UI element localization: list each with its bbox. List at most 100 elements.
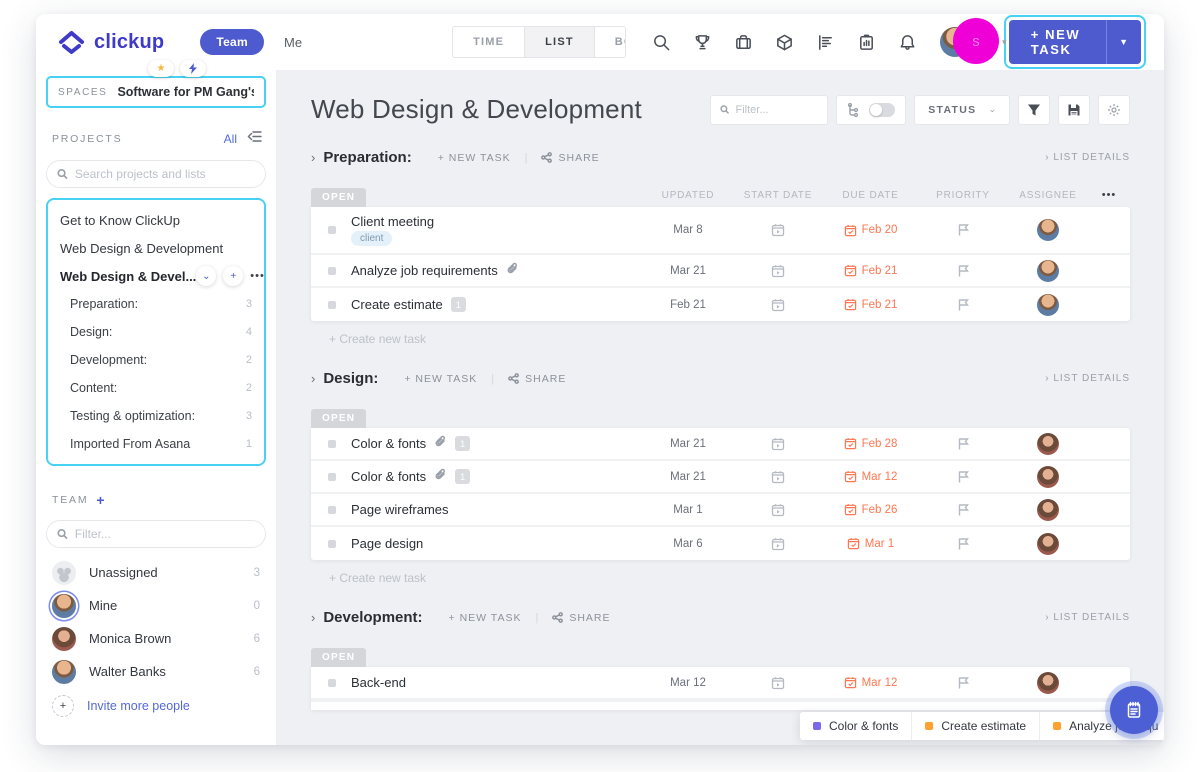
priority-cell[interactable]: [918, 676, 1008, 690]
clickup-logo[interactable]: clickup: [58, 30, 164, 54]
clipboard-icon[interactable]: [857, 32, 877, 52]
settings-button[interactable]: [1098, 95, 1130, 125]
me-toggle-button[interactable]: Me: [284, 35, 302, 50]
projects-search[interactable]: [46, 160, 266, 188]
subtask-toggle[interactable]: [836, 95, 906, 125]
view-tab-time[interactable]: TIME: [453, 27, 525, 57]
task-row[interactable]: Color & fonts 1 Mar 21 Mar 12: [311, 461, 1130, 494]
team-member-row[interactable]: Unassigned 3: [46, 556, 266, 589]
start-date-cell[interactable]: [733, 470, 823, 484]
list-details-link[interactable]: › LIST DETAILS: [1045, 152, 1130, 163]
team-member-row[interactable]: Monica Brown 6: [46, 622, 266, 655]
create-new-task[interactable]: + Create new task: [329, 332, 1130, 346]
project-item[interactable]: Imported From Asana 1: [56, 430, 256, 458]
project-item[interactable]: Testing & optimization: 3: [56, 402, 256, 430]
task-row[interactable]: Analyze job requirements Mar 21 Feb 21: [311, 255, 1130, 288]
chart-icon[interactable]: [816, 32, 836, 52]
add-list-button[interactable]: +: [223, 266, 243, 286]
priority-cell[interactable]: [918, 537, 1008, 551]
priority-cell[interactable]: [918, 223, 1008, 237]
project-item[interactable]: Preparation: 3: [56, 290, 256, 318]
assignee-avatar[interactable]: [1037, 466, 1059, 488]
briefcase-icon[interactable]: [734, 32, 754, 52]
legend-chip[interactable]: Color & fonts: [800, 712, 912, 740]
priority-cell[interactable]: [918, 503, 1008, 517]
section-share-button[interactable]: SHARE: [541, 152, 599, 164]
view-tab-board[interactable]: BOARD: [595, 27, 626, 57]
task-title[interactable]: Analyze job requirements: [351, 263, 498, 278]
task-title[interactable]: Color & fonts: [351, 436, 426, 451]
section-share-button[interactable]: SHARE: [508, 373, 566, 385]
cube-icon[interactable]: [775, 32, 795, 52]
toggle-switch[interactable]: [869, 103, 895, 117]
team-filter[interactable]: [46, 520, 266, 548]
assignee-avatar[interactable]: [1037, 219, 1059, 241]
assignee-avatar[interactable]: [1037, 672, 1059, 694]
task-title[interactable]: Page design: [351, 536, 423, 551]
create-new-task[interactable]: + Create new task: [329, 571, 1130, 585]
priority-cell[interactable]: [918, 437, 1008, 451]
project-item[interactable]: Web Design & Devel... ⌄ + •••: [56, 262, 256, 290]
task-title[interactable]: Back-end: [351, 675, 406, 690]
projects-all-link[interactable]: All: [224, 132, 237, 146]
due-date-cell[interactable]: Feb 21: [823, 298, 918, 311]
task-title[interactable]: Create estimate: [351, 297, 443, 312]
user-avatar-cluster[interactable]: s ▾: [940, 27, 990, 57]
task-status-square[interactable]: [328, 440, 336, 448]
chevron-right-icon[interactable]: ›: [311, 610, 315, 625]
spaces-selector[interactable]: SPACES Software for PM Gang's Sp...: [46, 76, 266, 108]
legend-chip[interactable]: Create estimate: [912, 712, 1040, 740]
task-status-square[interactable]: [328, 506, 336, 514]
task-row[interactable]: Back-end Mar 12 Mar 12: [311, 667, 1130, 700]
assignee-avatar[interactable]: [1037, 294, 1059, 316]
trophy-icon[interactable]: [693, 32, 713, 52]
due-date-cell[interactable]: Feb 20: [823, 224, 918, 237]
column-header-updated[interactable]: UPDATED: [643, 190, 733, 201]
column-header-due-date[interactable]: DUE DATE: [823, 190, 918, 201]
assignee-avatar[interactable]: [1037, 499, 1059, 521]
task-status-square[interactable]: [328, 226, 336, 234]
due-date-cell[interactable]: Mar 12: [823, 676, 918, 689]
assignee-cell[interactable]: [1008, 260, 1088, 282]
bell-icon[interactable]: [898, 32, 918, 52]
project-item[interactable]: Web Design & Development: [56, 234, 256, 262]
collapse-sidebar-icon[interactable]: [247, 130, 262, 148]
start-date-cell[interactable]: [733, 223, 823, 237]
start-date-cell[interactable]: [733, 264, 823, 278]
assignee-cell[interactable]: [1008, 466, 1088, 488]
open-status-badge[interactable]: OPEN: [311, 188, 366, 207]
assignee-avatar[interactable]: [1037, 433, 1059, 455]
save-view-button[interactable]: [1058, 95, 1090, 125]
column-header-assignee[interactable]: ASSIGNEE: [1008, 190, 1088, 201]
new-task-button[interactable]: + NEW TASK ▼: [1009, 20, 1141, 64]
start-date-cell[interactable]: [733, 676, 823, 690]
assignee-avatar[interactable]: [1037, 533, 1059, 555]
task-title[interactable]: Page wireframes: [351, 502, 449, 517]
new-task-chevron-down-icon[interactable]: ▼: [1106, 37, 1141, 47]
chevron-right-icon[interactable]: ›: [311, 371, 315, 386]
open-status-badge[interactable]: OPEN: [311, 409, 366, 428]
priority-cell[interactable]: [918, 298, 1008, 312]
assignee-cell[interactable]: [1008, 433, 1088, 455]
chevron-right-icon[interactable]: ›: [311, 150, 315, 165]
task-row[interactable]: Page wireframes Mar 1 Feb 26: [311, 494, 1130, 527]
section-new-task-button[interactable]: + NEW TASK: [404, 373, 477, 385]
column-header-start-date[interactable]: START DATE: [733, 190, 823, 201]
star-icon[interactable]: ★: [148, 60, 174, 77]
filter-funnel-button[interactable]: [1018, 95, 1050, 125]
notepad-fab-button[interactable]: [1110, 686, 1158, 734]
invite-more-people[interactable]: + Invite more people: [46, 688, 266, 724]
assignee-cell[interactable]: [1008, 533, 1088, 555]
priority-cell[interactable]: [918, 264, 1008, 278]
start-date-cell[interactable]: [733, 298, 823, 312]
column-header-priority[interactable]: PRIORITY: [918, 190, 1008, 201]
start-date-cell[interactable]: [733, 537, 823, 551]
view-tab-list[interactable]: LIST: [525, 27, 595, 57]
assignee-avatar[interactable]: [1037, 260, 1059, 282]
task-title[interactable]: Color & fonts: [351, 469, 426, 484]
chevron-down-icon[interactable]: ⌄: [196, 266, 216, 286]
assignee-cell[interactable]: [1008, 499, 1088, 521]
task-row[interactable]: Page design Mar 6 Mar 1: [311, 527, 1130, 560]
assignee-cell[interactable]: [1008, 672, 1088, 694]
project-item[interactable]: Get to Know ClickUp: [56, 206, 256, 234]
